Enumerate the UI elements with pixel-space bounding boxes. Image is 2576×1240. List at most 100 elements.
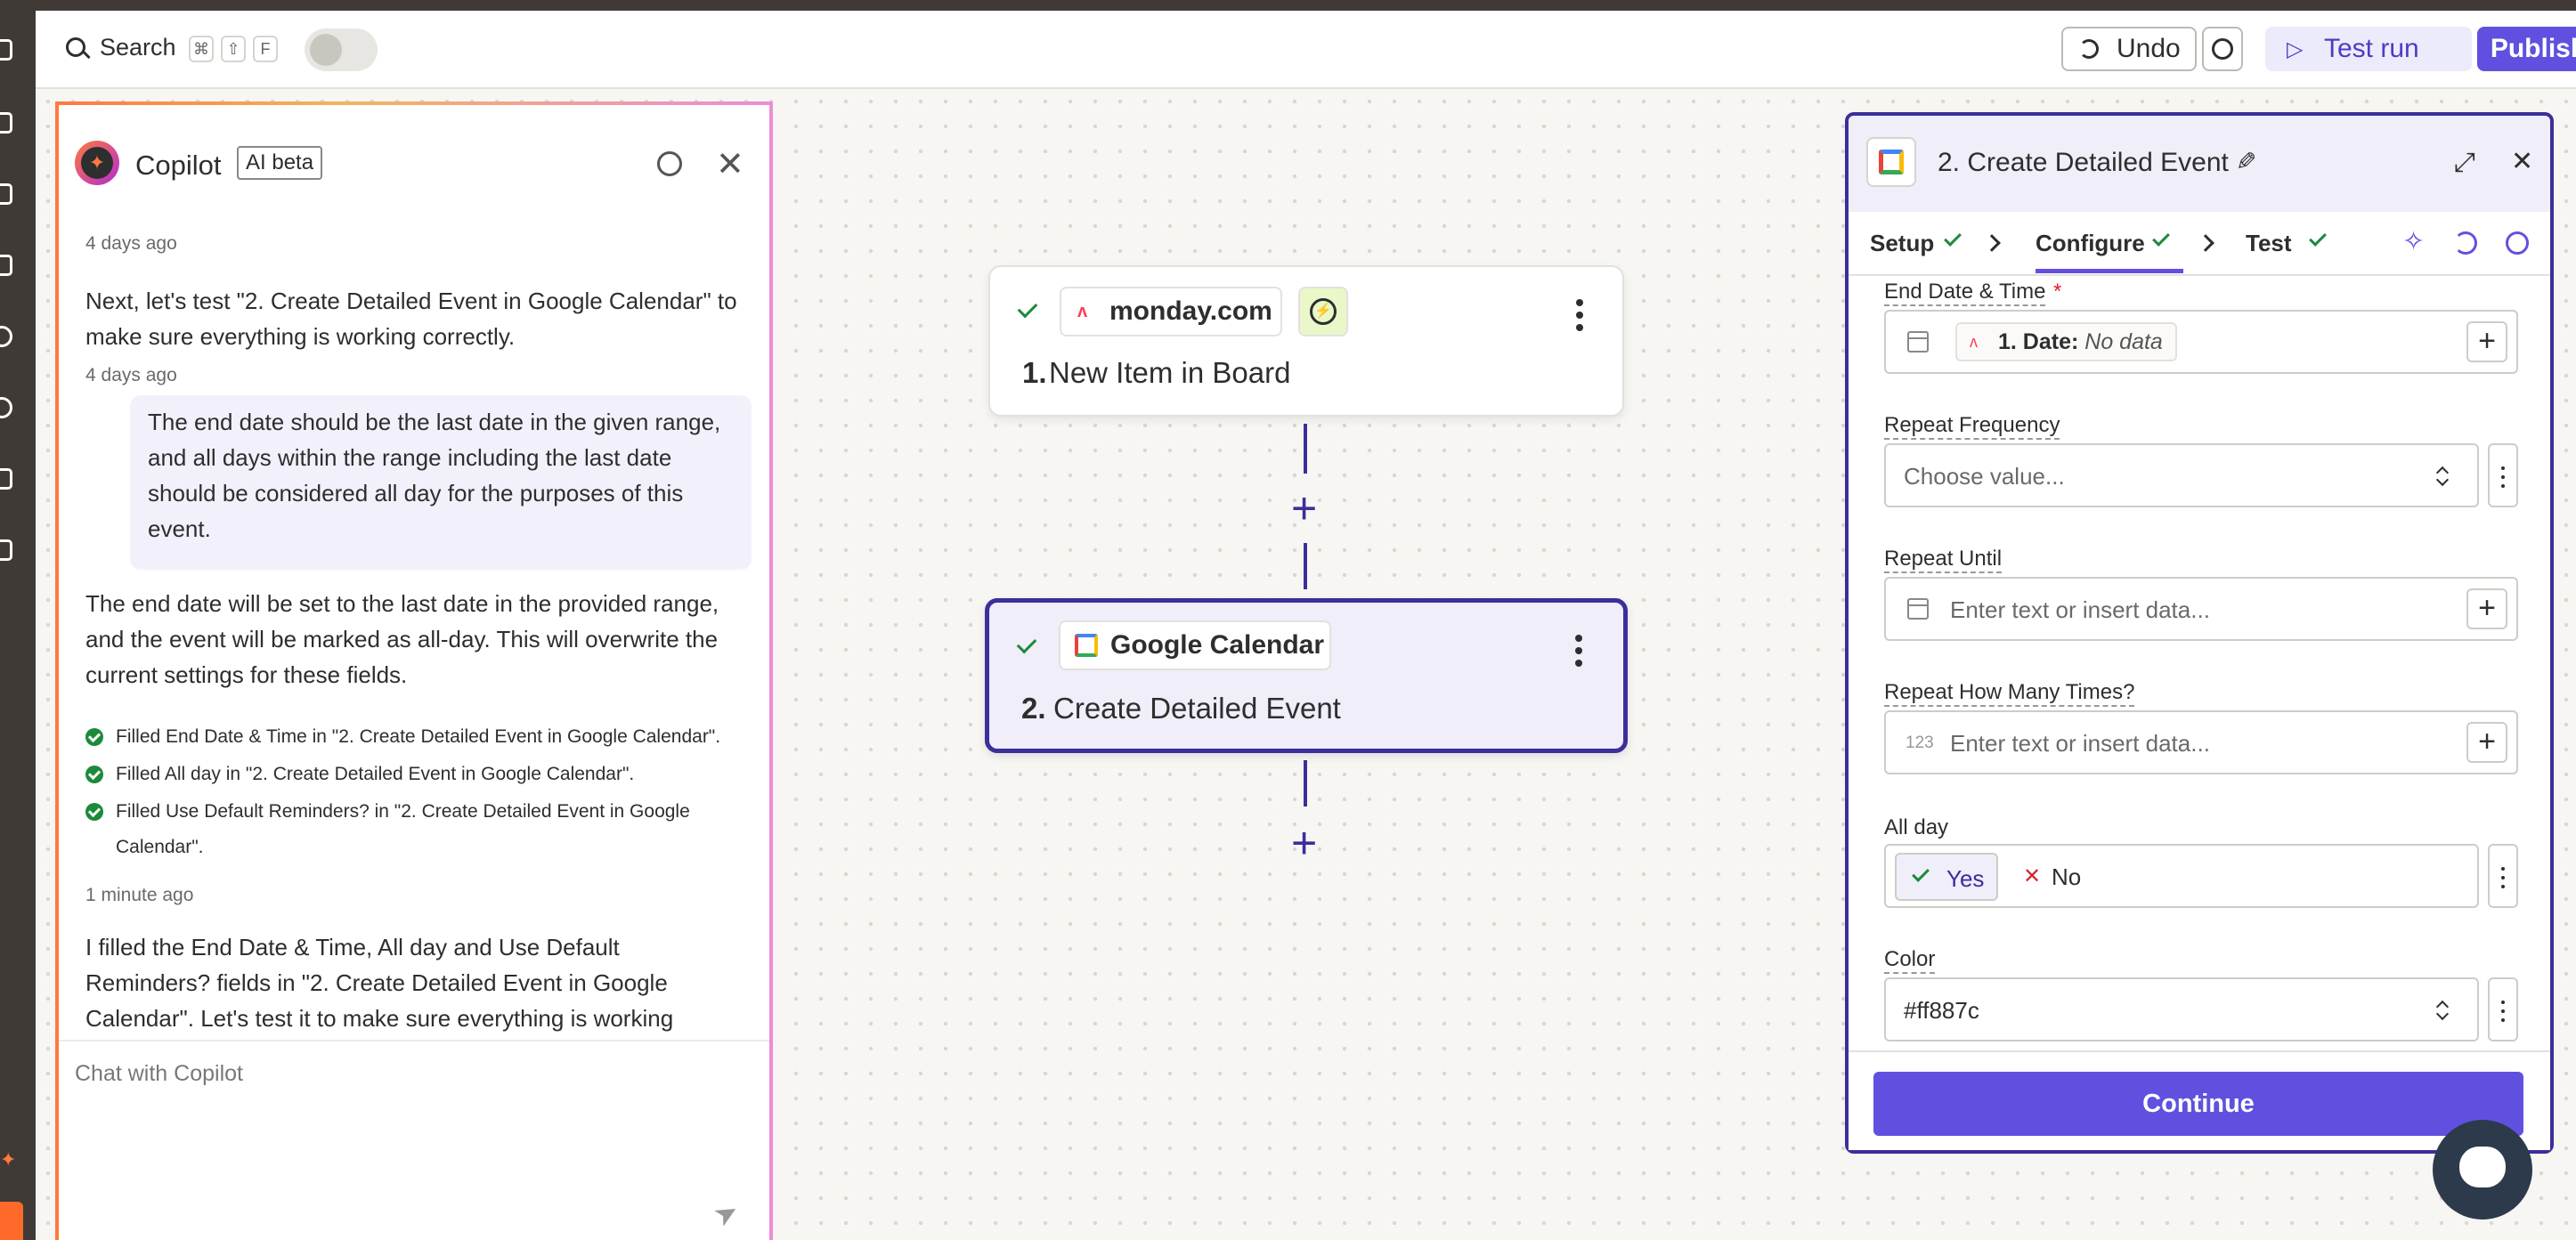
sparkle-icon: ✦ <box>0 1148 17 1171</box>
copilot-title: Copilot <box>135 150 222 181</box>
action-node[interactable]: Google Calendar 2. Create Detailed Event <box>985 598 1628 753</box>
assistant-message: The end date will be set to the last dat… <box>85 590 719 688</box>
step-editor-panel: 2. Create Detailed Event ✎ ⤢ ✕ Setup Con… <box>1845 112 2554 1154</box>
docs-icon[interactable] <box>0 539 12 561</box>
user-message: The end date should be the last date in … <box>148 409 721 542</box>
test-run-button[interactable]: ▷ Test run <box>2265 27 2472 71</box>
support-chat-button[interactable] <box>2433 1120 2532 1220</box>
check-icon <box>1017 297 1038 319</box>
calendar-icon <box>1907 598 1929 620</box>
settings-icon[interactable] <box>0 468 12 490</box>
check-icon <box>1944 229 1962 247</box>
edit-pencil-icon[interactable]: ✎ <box>2231 150 2260 171</box>
send-icon[interactable]: ➤ <box>707 1193 744 1234</box>
number-type-icon: 123 <box>1906 733 1934 752</box>
chevron-right-icon <box>2197 234 2214 252</box>
filled-item: Filled End Date & Time in "2. Create Det… <box>116 726 721 747</box>
home-icon[interactable] <box>0 112 12 134</box>
copilot-panel: ✦ Copilot AI beta ✕ 4 days ago Next, let… <box>55 101 773 1240</box>
toggle-switch[interactable] <box>305 28 378 71</box>
tab-test[interactable]: Test <box>2246 230 2292 257</box>
all-day-label: All day <box>1884 815 1949 839</box>
step-number: 2. <box>1021 692 1046 725</box>
timestamp: 4 days ago <box>85 233 177 254</box>
copilot-logo-icon: ✦ <box>75 141 119 185</box>
undo-button[interactable]: Undo <box>2061 27 2197 71</box>
app-pill-google-calendar: Google Calendar <box>1059 620 1331 670</box>
monday-logo-icon: ʌ <box>1970 333 1978 351</box>
all-day-toggle: Yes ✕ No <box>1884 844 2479 908</box>
copilot-launcher-icon[interactable] <box>0 1202 23 1240</box>
panel-title[interactable]: 2. Create Detailed Event <box>1938 148 2229 178</box>
field-menu-button[interactable] <box>2488 443 2518 507</box>
step-name: New Item in Board <box>1049 356 1291 389</box>
close-icon[interactable]: ✕ <box>2511 146 2533 177</box>
no-option[interactable]: ✕ No <box>2016 853 2105 901</box>
tables-icon[interactable] <box>0 255 12 276</box>
chat-input[interactable]: Chat with Copilot <box>75 1061 243 1087</box>
check-circle-icon <box>85 766 103 783</box>
apps-icon[interactable] <box>0 39 12 61</box>
repeat-until-label: Repeat Until <box>1884 547 2003 573</box>
timestamp: 4 days ago <box>85 365 177 385</box>
insert-data-button[interactable]: + <box>2466 722 2507 763</box>
chat-input-area[interactable]: Chat with Copilot ➤ <box>59 1040 769 1240</box>
tab-setup[interactable]: Setup <box>1870 230 1934 257</box>
repeat-until-field[interactable]: Enter text or insert data... + <box>1884 577 2518 641</box>
refresh-icon[interactable] <box>2454 231 2477 255</box>
node-menu-button[interactable] <box>1576 299 1583 336</box>
repeat-times-field[interactable]: 123 Enter text or insert data... + <box>1884 710 2518 774</box>
chat-bubble-icon[interactable] <box>2506 231 2529 255</box>
insert-data-button[interactable]: + <box>2466 588 2507 629</box>
search-label[interactable]: Search <box>100 34 176 61</box>
field-menu-button[interactable] <box>2488 844 2518 908</box>
color-label: Color <box>1884 947 1936 974</box>
history-icon <box>2212 38 2233 60</box>
yes-option[interactable]: Yes <box>1895 853 1998 901</box>
select-arrows-icon <box>2436 465 2449 488</box>
shortcut-key: ⌘ <box>189 36 214 62</box>
assistant-message: Next, let's test "2. Create Detailed Eve… <box>85 288 737 350</box>
undo-icon <box>2079 39 2099 59</box>
ai-sparkle-icon[interactable]: ✧ <box>2402 226 2425 257</box>
repeat-frequency-select[interactable]: Choose value... <box>1884 443 2479 507</box>
filled-item: Filled Use Default Reminders? in "2. Cre… <box>116 801 690 857</box>
color-select[interactable]: #ff887c <box>1884 977 2479 1041</box>
check-icon <box>2309 229 2327 247</box>
top-bar: Search ⌘ ⇧ F Undo ▷ Test run Publish <box>36 11 2576 89</box>
calendar-icon <box>1907 331 1929 353</box>
continue-button[interactable]: Continue <box>1873 1072 2523 1136</box>
history-icon[interactable] <box>0 326 12 347</box>
google-calendar-app-icon <box>1866 137 1916 187</box>
add-step-button[interactable]: + <box>1291 486 1317 531</box>
history-button[interactable] <box>2202 27 2243 71</box>
insert-data-button[interactable]: + <box>2466 321 2507 362</box>
panel-tabs: Setup Configure Test ✧ <box>1849 212 2550 276</box>
filled-item: Filled All day in "2. Create Detailed Ev… <box>116 764 635 784</box>
timestamp: 1 minute ago <box>85 885 194 905</box>
trigger-node[interactable]: ʌ monday.com ⚡ 1. New Item in Board <box>988 265 1624 417</box>
step-name: Create Detailed Event <box>1053 692 1341 725</box>
check-icon <box>1912 864 1930 882</box>
publish-button[interactable]: Publish <box>2477 27 2576 71</box>
settings-gear-icon[interactable] <box>657 151 682 176</box>
data-chip[interactable]: ʌ 1. Date: No data <box>1955 322 2177 361</box>
field-menu-button[interactable] <box>2488 977 2518 1041</box>
status-icon[interactable] <box>0 397 12 418</box>
tab-configure[interactable]: Configure <box>2036 230 2145 257</box>
end-date-field[interactable]: ʌ 1. Date: No data + <box>1884 310 2518 374</box>
repeat-frequency-label: Repeat Frequency <box>1884 413 2060 440</box>
shortcut-key: ⇧ <box>221 36 246 62</box>
node-menu-button[interactable] <box>1575 635 1582 672</box>
close-icon[interactable]: ✕ <box>716 144 744 184</box>
required-mark: * <box>2053 280 2062 304</box>
expand-icon[interactable]: ⤢ <box>2454 148 2475 178</box>
active-tab-indicator <box>2036 269 2183 273</box>
zaps-icon[interactable] <box>0 183 12 205</box>
chevron-right-icon <box>1983 234 2001 252</box>
check-circle-icon <box>85 803 103 821</box>
add-step-button[interactable]: + <box>1291 821 1317 865</box>
select-arrows-icon <box>2436 999 2449 1022</box>
user-message-bubble: The end date should be the last date in … <box>130 395 752 570</box>
search-icon[interactable] <box>66 37 85 57</box>
